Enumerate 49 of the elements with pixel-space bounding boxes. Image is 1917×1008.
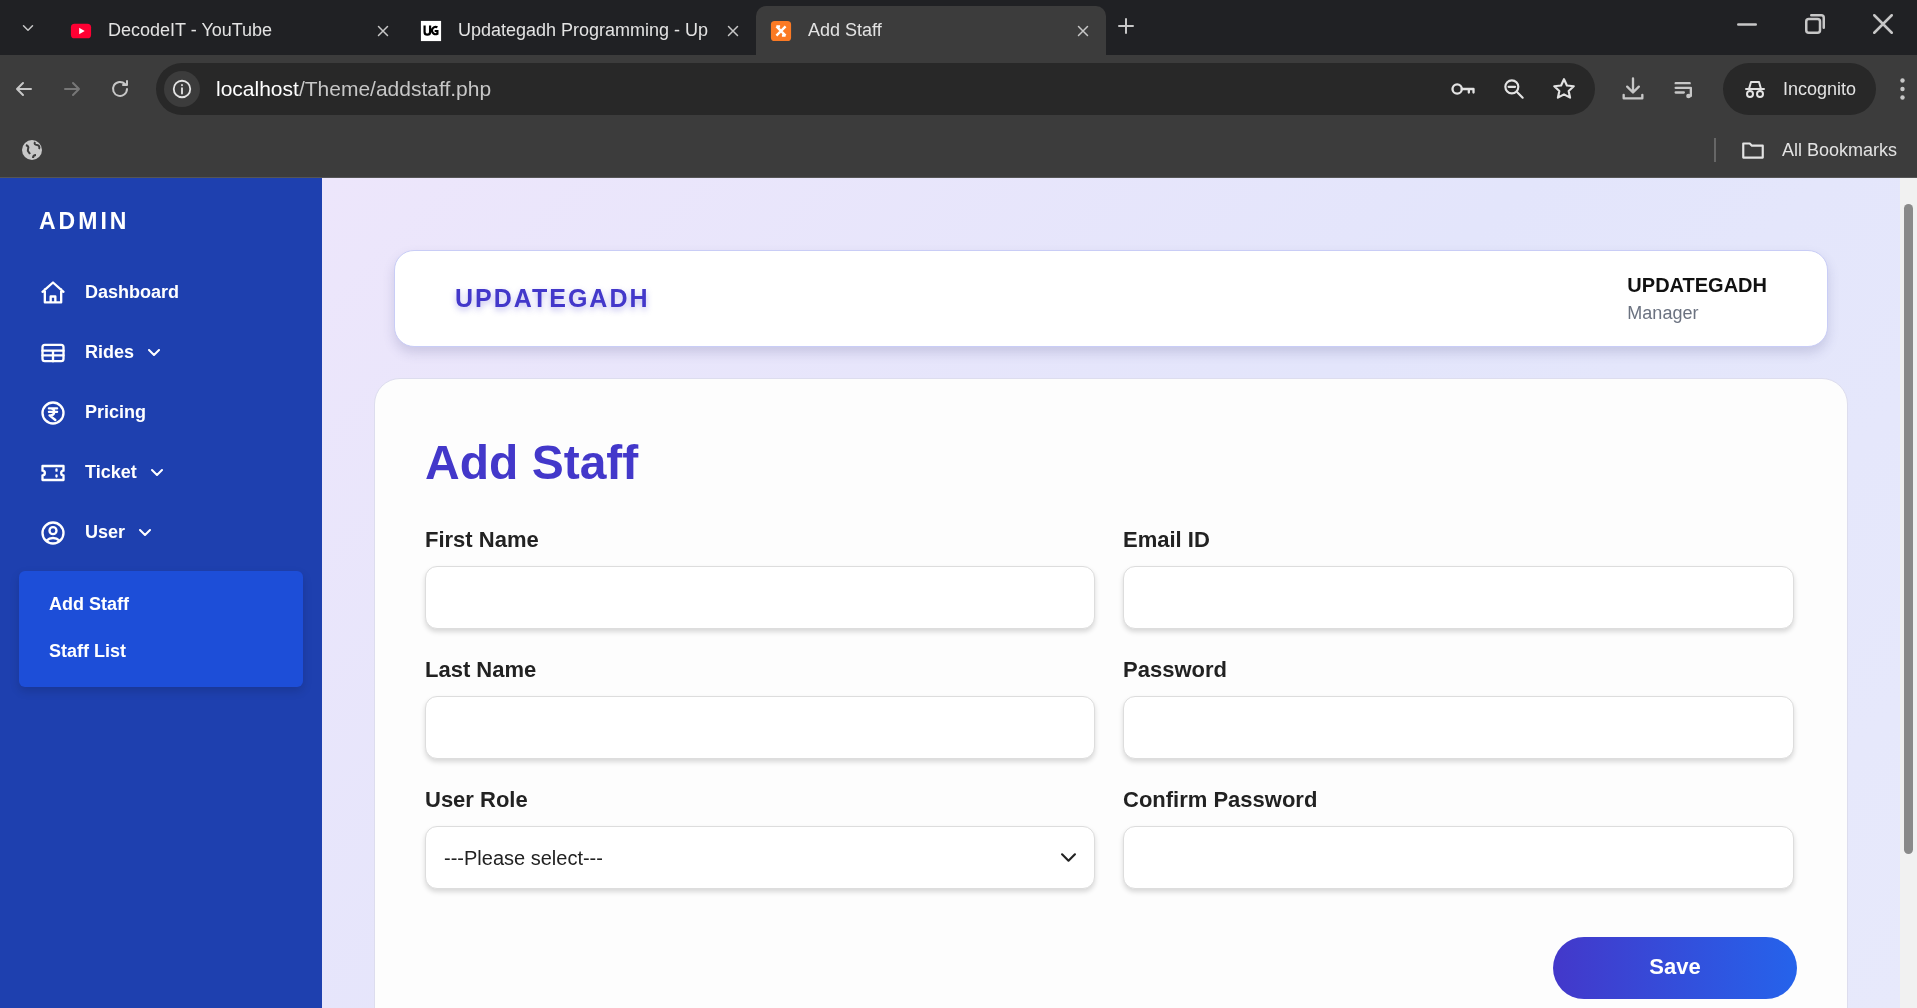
address-bar[interactable]: localhost/Theme/addstaff.php — [156, 63, 1595, 115]
scrollbar[interactable] — [1900, 178, 1917, 1008]
submenu-item[interactable]: Add Staff — [49, 584, 129, 632]
input-field[interactable] — [1123, 826, 1794, 889]
input-field[interactable] — [425, 566, 1095, 629]
logo-icon — [770, 19, 792, 42]
chevron-down-icon — [1061, 853, 1076, 862]
sidebar-title: ADMIN — [39, 207, 131, 236]
sidebar-item[interactable]: Pricing — [19, 382, 146, 443]
field-label: Password — [1123, 656, 1228, 684]
restore-icon — [1805, 14, 1825, 34]
user-name: UPDATEGADH — [1627, 273, 1767, 298]
field-label: Confirm Password — [1123, 786, 1319, 814]
restore-button[interactable] — [1805, 14, 1825, 34]
browser-tab[interactable]: Updategadh Programming - Up — [406, 6, 756, 55]
url-text: localhost/Theme/addstaff.php — [216, 76, 492, 103]
field-label: Email ID — [1123, 526, 1211, 554]
field-label: Last Name — [425, 656, 538, 684]
field-label: User Role — [425, 786, 529, 814]
user-icon — [39, 518, 67, 547]
rupee-icon — [39, 398, 67, 427]
sidebar-item[interactable]: User — [19, 502, 152, 563]
input-field[interactable] — [1123, 696, 1794, 759]
kebab-menu-icon — [1900, 78, 1905, 100]
minimize-icon — [1737, 22, 1757, 26]
save-button[interactable]: Save — [1553, 937, 1797, 999]
close-icon — [1873, 14, 1893, 34]
incognito-button[interactable]: Incognito — [1722, 63, 1876, 115]
browser-tab[interactable]: DecodeIT - YouTube — [56, 6, 406, 55]
globe-icon[interactable] — [20, 138, 44, 162]
input-field[interactable] — [425, 696, 1095, 759]
menu-button[interactable] — [1900, 78, 1905, 100]
close-button[interactable] — [1873, 14, 1893, 34]
select-field[interactable]: ---Please select--- — [425, 826, 1095, 889]
sidebar-item[interactable]: Rides — [19, 322, 161, 383]
home-icon — [39, 278, 67, 307]
star-icon[interactable] — [1550, 76, 1577, 102]
info-icon[interactable] — [171, 78, 193, 100]
browser-tab[interactable]: Add Staff — [756, 6, 1106, 55]
sidebar-item[interactable]: Dashboard — [19, 262, 180, 323]
logo-icon — [420, 19, 442, 42]
submenu-item[interactable]: Staff List — [49, 631, 126, 679]
form-title: Add Staff — [425, 435, 640, 491]
input-field[interactable] — [1123, 566, 1794, 629]
brand-name: UPDATEGADH — [455, 282, 650, 314]
field-label: First Name — [425, 526, 540, 554]
bookmarks-button[interactable]: All Bookmarks — [1739, 136, 1897, 164]
user-role: Manager — [1627, 302, 1700, 325]
sidebar-item[interactable]: Ticket — [19, 442, 163, 503]
